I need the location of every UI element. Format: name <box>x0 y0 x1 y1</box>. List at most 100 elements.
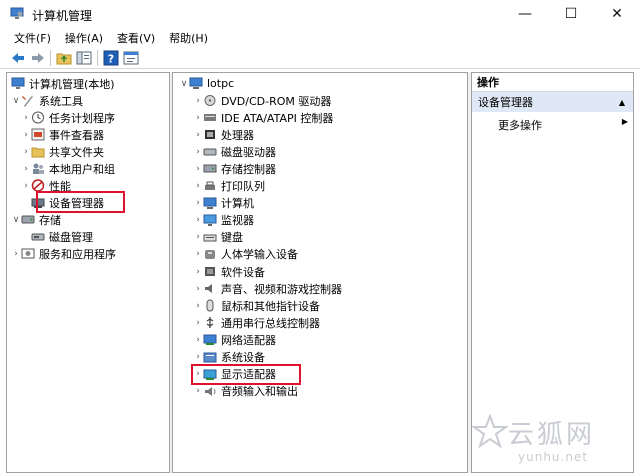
tree-item-services[interactable]: › 服务和应用程序 <box>11 245 116 262</box>
window-title: 计算机管理 <box>32 9 93 23</box>
tree-item-disk-management[interactable]: 磁盘管理 <box>31 228 93 245</box>
menu-help[interactable]: 帮助(H) <box>169 30 208 46</box>
chevron-right-icon[interactable]: › <box>193 249 203 259</box>
device-category-item[interactable]: › 监视器 <box>193 212 254 229</box>
device-category-label: 磁盘驱动器 <box>221 145 276 159</box>
device-category-item[interactable]: › 通用串行总线控制器 <box>193 314 320 331</box>
computer-icon <box>203 197 217 209</box>
chevron-down-icon[interactable]: ∨ <box>179 79 189 89</box>
chevron-right-icon[interactable]: › <box>21 164 31 174</box>
device-category-label: 处理器 <box>221 128 254 142</box>
tree-item-label: 服务和应用程序 <box>39 247 116 261</box>
device-category-item[interactable]: › 计算机 <box>193 195 254 212</box>
device-category-item[interactable]: › 软件设备 <box>193 263 265 280</box>
computer-management-icon <box>11 77 25 89</box>
device-category-item[interactable]: › 存储控制器 <box>193 160 276 177</box>
chevron-right-icon[interactable]: › <box>193 198 203 208</box>
device-category-item[interactable]: › 人体学输入设备 <box>193 246 298 263</box>
tree-item-shared-folders[interactable]: › 共享文件夹 <box>21 143 104 160</box>
device-category-label: 软件设备 <box>221 265 265 279</box>
toolbar-separator <box>50 50 51 66</box>
chevron-down-icon[interactable]: ∨ <box>11 96 21 106</box>
device-tree-pane: ∨ lotpc › DVD/CD-ROM 驱动器 › IDE ATA/ATAPI 控制… <box>172 72 468 473</box>
chevron-right-icon[interactable]: › <box>193 96 203 106</box>
chevron-right-icon[interactable]: › <box>193 164 203 174</box>
collapse-arrow-icon[interactable]: ▲ <box>619 98 625 107</box>
monitor-icon <box>203 214 217 226</box>
tree-item-root[interactable]: 计算机管理(本地) <box>11 75 115 92</box>
chevron-down-icon[interactable]: ∨ <box>11 215 21 225</box>
help-icon[interactable]: ? <box>103 50 119 66</box>
chevron-right-icon[interactable]: › <box>193 284 203 294</box>
maximize-button[interactable]: ☐ <box>548 0 594 28</box>
properties-icon[interactable] <box>123 50 139 66</box>
back-arrow-icon[interactable] <box>10 50 26 66</box>
show-hide-tree-icon[interactable] <box>76 50 92 66</box>
device-category-item[interactable]: › IDE ATA/ATAPI 控制器 <box>193 109 333 126</box>
chevron-right-icon[interactable]: › <box>11 249 21 259</box>
actions-section-device-manager[interactable]: 设备管理器 ▲ <box>472 92 633 112</box>
tree-item-task-scheduler[interactable]: › 任务计划程序 <box>21 109 115 126</box>
tree-item-storage[interactable]: ∨ 存储 <box>11 211 61 228</box>
device-category-item[interactable]: › 打印队列 <box>193 178 265 195</box>
chevron-right-icon[interactable]: › <box>193 335 203 345</box>
tree-item-label: 系统工具 <box>39 94 83 108</box>
chevron-right-icon[interactable]: › <box>21 181 31 191</box>
device-category-item[interactable]: › 音频输入和输出 <box>193 383 298 400</box>
device-category-label: 音频输入和输出 <box>221 385 298 399</box>
device-category-label: IDE ATA/ATAPI 控制器 <box>221 111 334 125</box>
chevron-right-icon[interactable]: › <box>193 130 203 140</box>
device-category-label: 监视器 <box>221 214 254 228</box>
shared-folder-icon <box>31 147 45 158</box>
device-category-item[interactable]: › 处理器 <box>193 126 254 143</box>
processor-icon <box>205 130 215 140</box>
device-category-item[interactable]: › 键盘 <box>193 229 243 246</box>
chevron-right-icon[interactable]: › <box>193 181 203 191</box>
audio-io-icon <box>205 386 216 396</box>
chevron-right-icon[interactable]: › <box>21 113 31 123</box>
tree-item-system-tools[interactable]: ∨ 系统工具 <box>11 92 83 109</box>
device-manager-highlight <box>36 191 125 213</box>
chevron-right-icon[interactable]: › <box>193 352 203 362</box>
actions-section-label: 设备管理器 <box>478 96 533 109</box>
minimize-button[interactable]: — <box>502 0 548 28</box>
menu-view[interactable]: 查看(V) <box>117 30 155 46</box>
close-button[interactable]: ✕ <box>594 0 640 28</box>
usb-icon <box>206 317 214 329</box>
disk-management-icon <box>31 233 45 241</box>
device-category-item[interactable]: › DVD/CD-ROM 驱动器 <box>193 92 331 109</box>
menu-file[interactable]: 文件(F) <box>14 30 51 46</box>
device-category-item[interactable]: › 系统设备 <box>193 349 265 366</box>
device-category-item[interactable]: › 磁盘驱动器 <box>193 143 276 160</box>
up-folder-icon[interactable] <box>56 50 72 66</box>
disk-drive-icon <box>203 148 217 156</box>
device-category-label: 系统设备 <box>221 351 265 364</box>
chevron-right-icon[interactable]: › <box>193 147 203 157</box>
device-category-label: 通用串行总线控制器 <box>221 316 320 330</box>
tree-item-label: 存储 <box>39 213 61 227</box>
chevron-right-icon[interactable]: › <box>193 232 203 242</box>
more-actions-item[interactable]: 更多操作 ▶ <box>498 117 628 133</box>
tree-item-local-users[interactable]: › 本地用户和组 <box>21 160 115 177</box>
tree-item-label: 计算机管理(本地) <box>29 77 115 91</box>
device-category-item[interactable]: › 网络适配器 <box>193 331 276 348</box>
chevron-right-icon[interactable]: › <box>193 301 203 311</box>
computer-management-window: 计算机管理 — ☐ ✕ 文件(F) 操作(A) 查看(V) 帮助(H) ? 计算… <box>0 0 640 473</box>
chevron-right-icon[interactable]: › <box>193 215 203 225</box>
chevron-right-icon[interactable]: › <box>193 113 203 123</box>
chevron-right-icon[interactable]: › <box>193 318 203 328</box>
device-category-item[interactable]: › 鼠标和其他指针设备 <box>193 297 320 314</box>
chevron-right-icon[interactable]: › <box>21 147 31 157</box>
forward-arrow-icon[interactable] <box>30 50 46 66</box>
clock-icon <box>32 111 44 124</box>
mouse-icon <box>206 299 214 312</box>
svg-text:?: ? <box>108 53 114 66</box>
device-category-item[interactable]: › 声音、视频和游戏控制器 <box>193 280 342 297</box>
tree-item-event-viewer[interactable]: › 事件查看器 <box>21 126 104 143</box>
chevron-right-icon[interactable]: › <box>193 386 203 396</box>
chevron-right-icon[interactable]: › <box>193 267 203 277</box>
tree-item-label: 磁盘管理 <box>49 230 93 244</box>
menu-action[interactable]: 操作(A) <box>65 30 103 46</box>
chevron-right-icon[interactable]: › <box>21 130 31 140</box>
device-root[interactable]: ∨ lotpc <box>179 75 234 92</box>
